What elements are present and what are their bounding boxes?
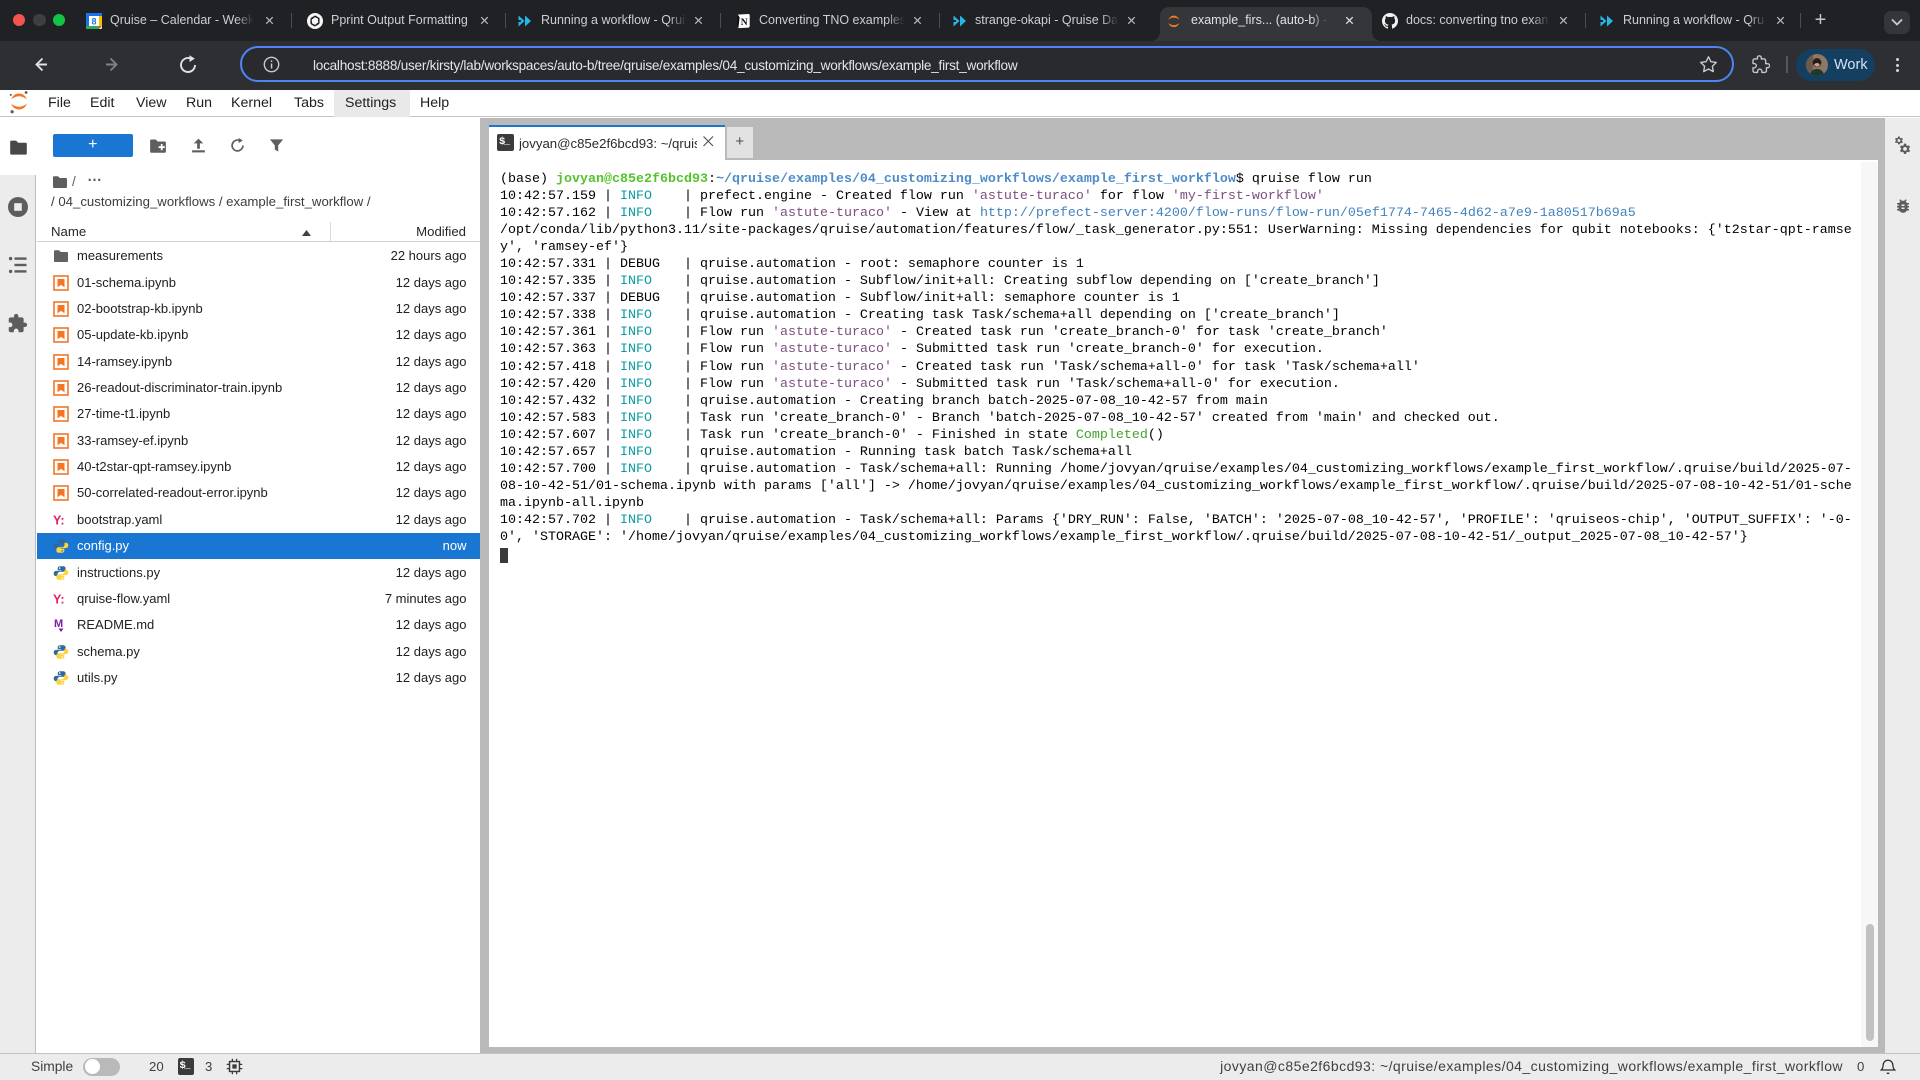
- svg-text:N: N: [741, 18, 748, 28]
- svg-text:Y:: Y:: [53, 513, 65, 527]
- svg-text:M: M: [54, 618, 63, 630]
- svg-text:Y:: Y:: [53, 592, 65, 606]
- svg-text:8: 8: [91, 16, 96, 26]
